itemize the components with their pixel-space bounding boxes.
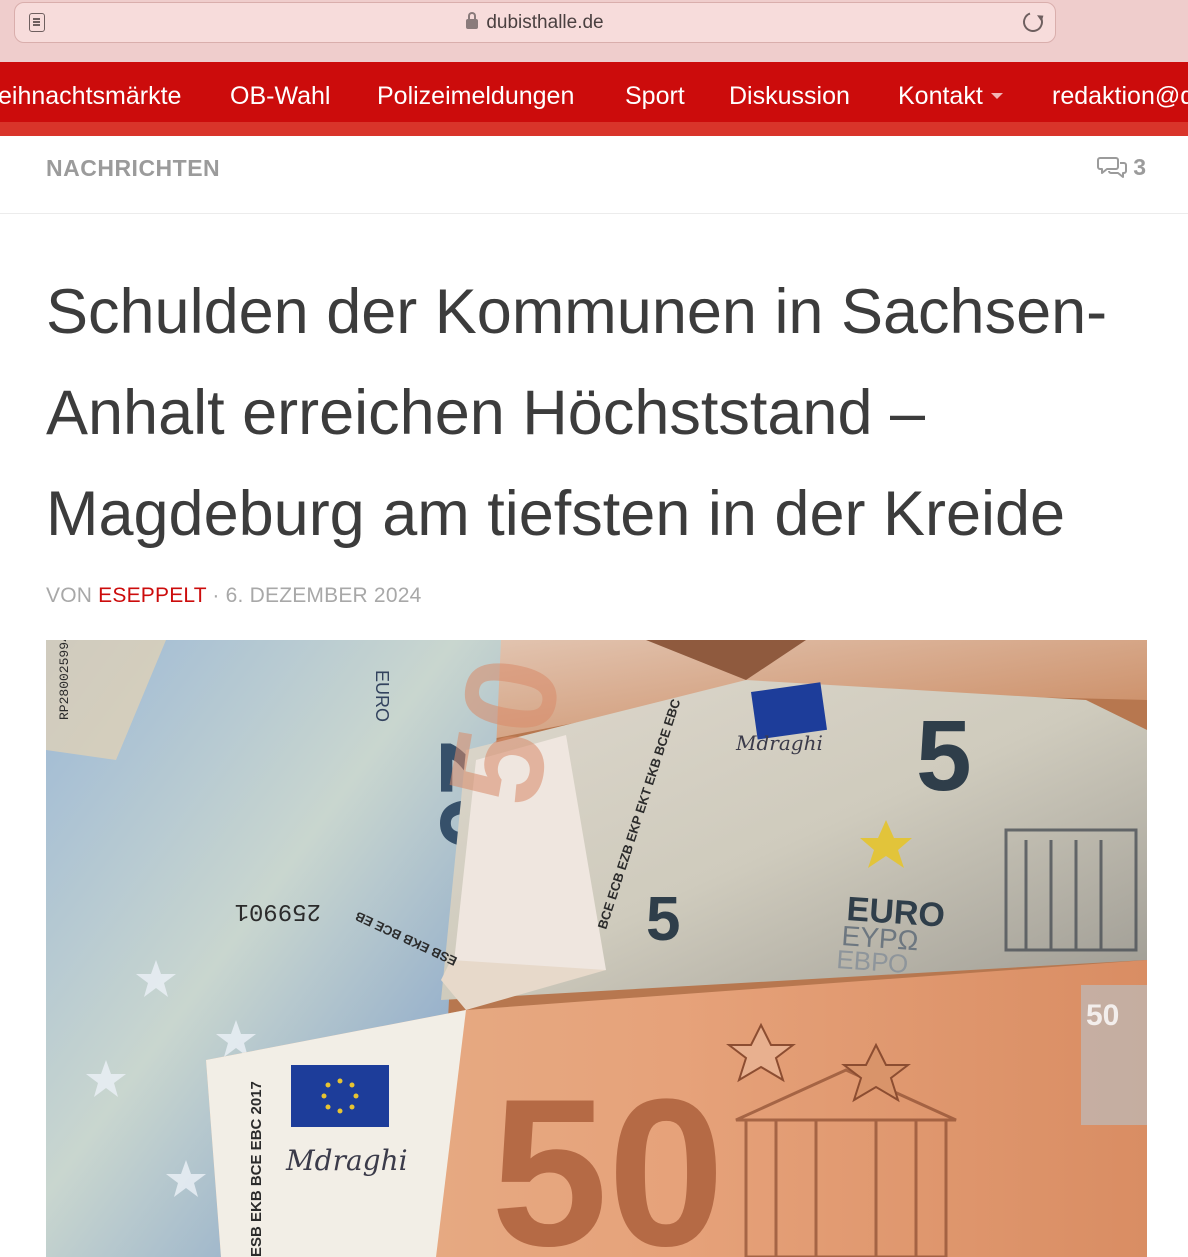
note-ebpo-text: ЕВРО: [836, 944, 910, 979]
article-title-line: Magdeburg am tiefsten in der Kreide: [46, 479, 1066, 549]
nav-item-ob-wahl[interactable]: OB-Wahl: [230, 82, 330, 111]
comments-link[interactable]: 3: [1097, 154, 1146, 181]
note-serial: 259901: [235, 897, 321, 924]
nav-item-kontakt-label: Kontakt: [898, 82, 983, 110]
main-nav: eihnachtsmärkte OB-Wahl Polizeimeldungen…: [0, 62, 1188, 136]
category-link[interactable]: NACHRICHTEN: [46, 155, 220, 182]
note-value-5: 5: [916, 700, 972, 812]
nav-item-kontakt[interactable]: Kontakt: [898, 82, 1003, 111]
article-title: Schulden der Kommunen in Sachsen- Anhalt…: [46, 262, 1156, 565]
nav-item-diskussion[interactable]: Diskussion: [729, 82, 850, 111]
byline-separator: ·: [212, 584, 220, 607]
note-value-50-faded: 50: [420, 647, 589, 815]
nav-item-weihnachtsmaerkte[interactable]: eihnachtsmärkte: [0, 82, 181, 111]
nav-item-redaktion-email[interactable]: redaktion@d: [1052, 82, 1188, 111]
address-bar[interactable]: dubisthalle.de: [14, 2, 1056, 43]
note-signature: Mdraghi: [285, 1144, 408, 1177]
chevron-down-icon: [990, 93, 1003, 99]
publish-date: 6. DEZEMBER 2024: [225, 584, 422, 607]
comment-count: 3: [1133, 154, 1146, 180]
nav-item-polizeimeldungen[interactable]: Polizeimeldungen: [377, 82, 574, 111]
note-serial: RP2800259941: [57, 640, 72, 720]
author-link[interactable]: ESEPPELT: [98, 584, 206, 607]
browser-toolbar: dubisthalle.de: [0, 0, 1188, 62]
note-value-50: 50: [491, 1055, 725, 1257]
article-title-line: Schulden der Kommunen in Sachsen-: [46, 277, 1108, 347]
note-signature: Mdraghi: [735, 731, 823, 755]
article-title-line: Anhalt erreichen Höchststand –: [46, 378, 926, 448]
article-byline: VON ESEPPELT · 6. DEZEMBER 2024: [46, 584, 421, 608]
url-display[interactable]: dubisthalle.de: [15, 12, 1055, 34]
comments-icon: [1097, 157, 1128, 178]
featured-image: EURO 20 259901 RP2800259941 50 5 5 EURO …: [46, 640, 1147, 1257]
note-bank-line-2017: ESB EKB BCE EBC 2017: [248, 1081, 265, 1257]
byline-prefix: VON: [46, 584, 93, 607]
note-value-5-small: 5: [646, 885, 680, 954]
article-meta-bar: NACHRICHTEN 3: [0, 136, 1188, 214]
lock-icon: [466, 12, 479, 29]
note-text: EURO: [372, 670, 392, 722]
nav-item-sport[interactable]: Sport: [625, 82, 685, 111]
eu-flag: [291, 1065, 389, 1127]
url-text: dubisthalle.de: [486, 12, 604, 33]
note-value-50-hologram: 50: [1086, 999, 1119, 1032]
euro-banknotes-photo: EURO 20 259901 RP2800259941 50 5 5 EURO …: [46, 640, 1147, 1257]
